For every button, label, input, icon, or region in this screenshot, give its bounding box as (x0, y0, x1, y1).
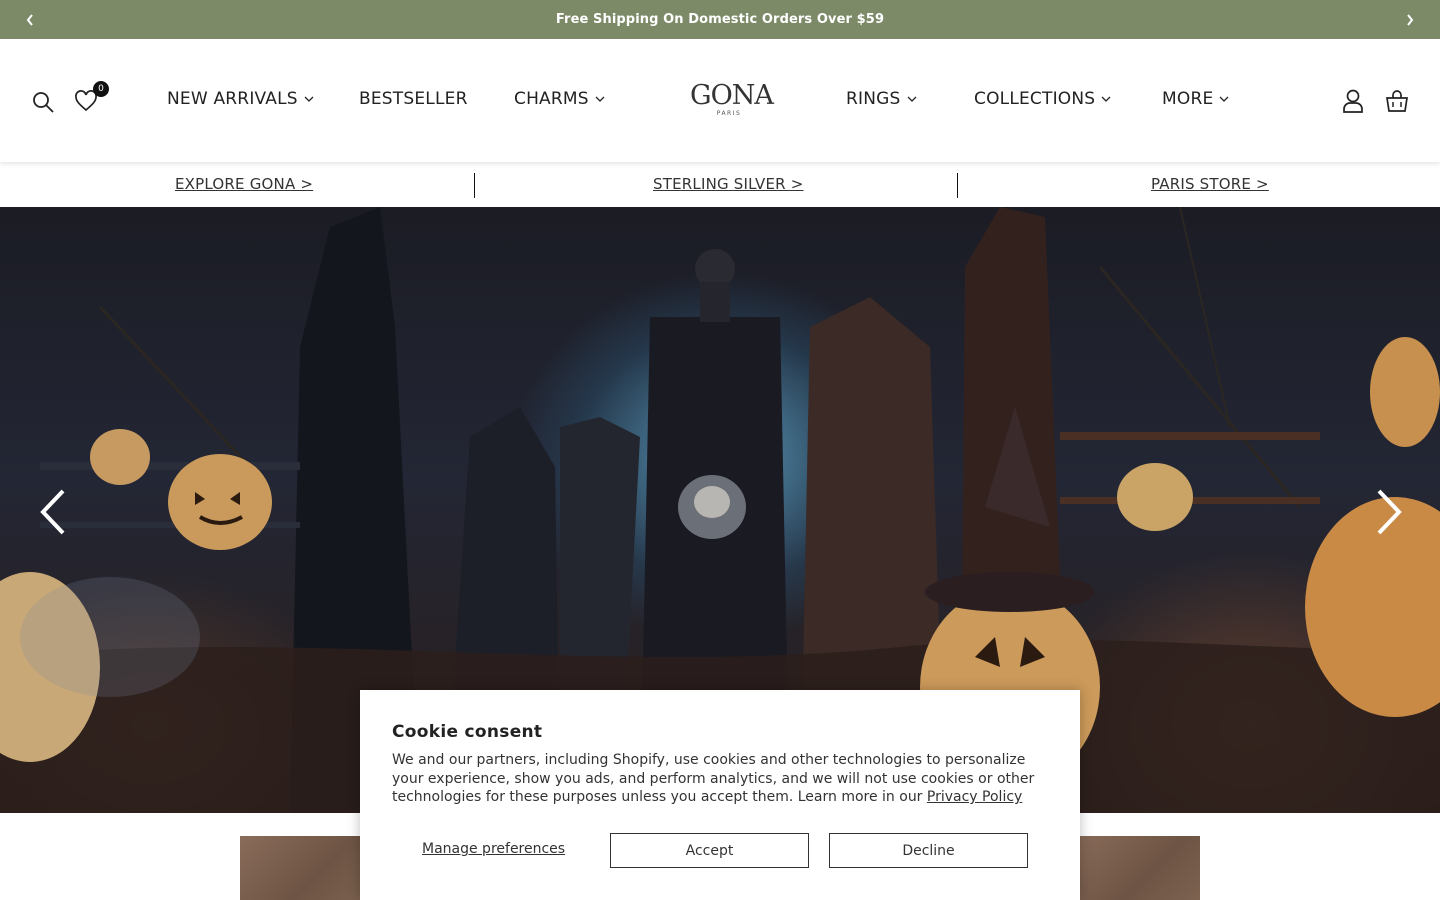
announcement-next-button[interactable] (1390, 0, 1430, 39)
logo-subtitle: PARIS (716, 110, 742, 117)
chevron-right-icon (1377, 489, 1402, 535)
search-button[interactable] (30, 89, 56, 115)
nav-label: NEW ARRIVALS (167, 89, 298, 109)
chevron-down-icon (907, 96, 916, 102)
account-button[interactable] (1340, 87, 1366, 115)
announcement-message: Free Shipping On Domestic Orders Over $5… (555, 12, 885, 27)
wishlist-count-badge: 0 (93, 81, 109, 97)
announcement-bar: Free Shipping On Domestic Orders Over $5… (0, 0, 1440, 39)
site-header: 0 NEW ARRIVALS BESTSELLER CHARMS GONA PA… (0, 39, 1440, 162)
hero-prev-button[interactable] (28, 487, 78, 537)
chevron-left-icon (26, 13, 33, 26)
cookie-body: We and our partners, including Shopify, … (392, 751, 1042, 807)
nav-label: CHARMS (514, 89, 589, 109)
sterling-silver-link[interactable]: STERLING SILVER > (653, 175, 804, 193)
sub-navigation: EXPLORE GONA > STERLING SILVER > PARIS S… (0, 162, 1440, 207)
cart-icon (1386, 90, 1408, 112)
featured-tile-image[interactable] (1070, 836, 1200, 900)
cookie-consent-dialog: Cookie consent We and our partners, incl… (360, 690, 1080, 900)
announcement-prev-button[interactable] (10, 0, 50, 39)
nav-label: RINGS (846, 89, 901, 109)
logo-wordmark: GONA (690, 80, 774, 111)
hero-next-button[interactable] (1364, 487, 1414, 537)
cookie-actions: Manage preferences Accept Decline (392, 833, 1048, 868)
wishlist-button[interactable]: 0 (73, 81, 109, 113)
cookie-title: Cookie consent (392, 722, 543, 742)
explore-gona-link[interactable]: EXPLORE GONA > (175, 175, 313, 193)
cart-button[interactable] (1384, 87, 1410, 115)
decline-button[interactable]: Decline (829, 833, 1028, 868)
chevron-down-icon (304, 96, 314, 102)
divider (957, 173, 958, 198)
accept-button[interactable]: Accept (610, 833, 809, 868)
divider (474, 173, 475, 198)
paris-store-link[interactable]: PARIS STORE > (1151, 175, 1269, 193)
site-logo[interactable]: GONA PARIS (690, 80, 774, 120)
search-icon (33, 92, 54, 113)
nav-collections[interactable]: COLLECTIONS (974, 89, 1111, 109)
nav-bestseller[interactable]: BESTSELLER (359, 89, 468, 109)
nav-rings[interactable]: RINGS (846, 89, 917, 109)
nav-new-arrivals[interactable]: NEW ARRIVALS (167, 89, 314, 109)
nav-charms[interactable]: CHARMS (514, 89, 605, 109)
chevron-down-icon (1219, 96, 1229, 102)
chevron-down-icon (1101, 96, 1111, 102)
nav-label: MORE (1162, 89, 1214, 109)
chevron-down-icon (595, 96, 605, 102)
nav-more[interactable]: MORE (1162, 89, 1229, 109)
nav-label: COLLECTIONS (974, 89, 1096, 109)
chevron-right-icon (1407, 13, 1414, 26)
account-icon (1343, 89, 1363, 113)
featured-tile-image[interactable] (240, 836, 370, 900)
manage-preferences-link[interactable]: Manage preferences (422, 841, 565, 857)
privacy-policy-link[interactable]: Privacy Policy (927, 789, 1022, 805)
chevron-left-icon (40, 489, 65, 535)
nav-label: BESTSELLER (359, 89, 468, 109)
